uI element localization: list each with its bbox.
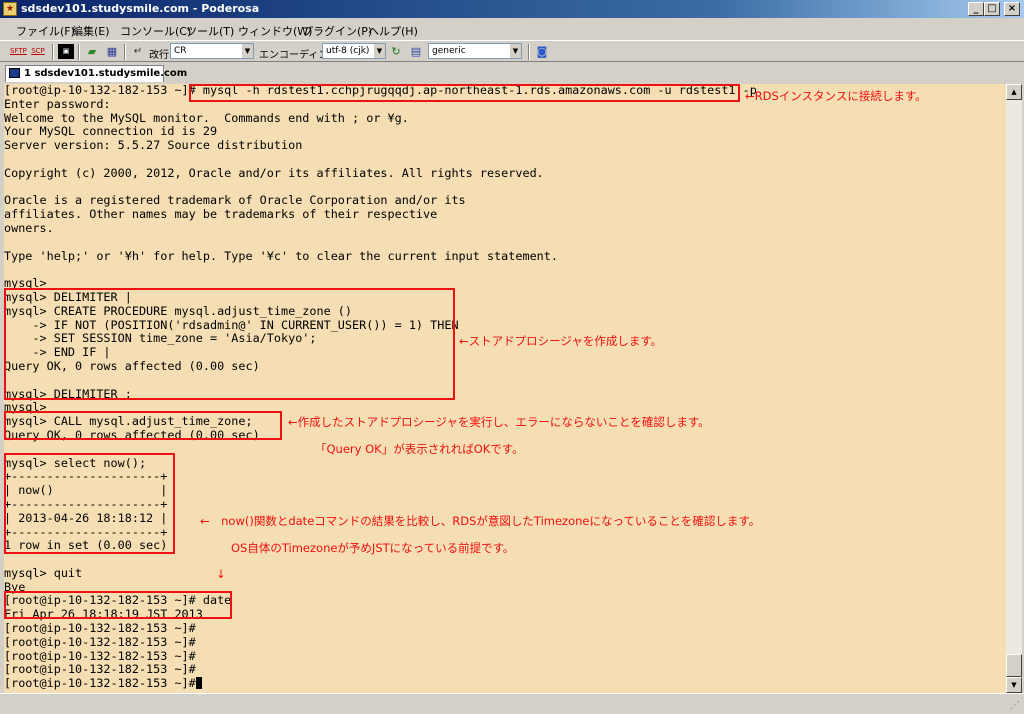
terminal-window-icon[interactable]: ▤ (408, 44, 424, 59)
terminal-line: Copyright (c) 2000, 2012, Oracle and/or … (4, 165, 544, 180)
terminal-type-select[interactable]: generic ▼ (428, 43, 522, 59)
now-result-highlight (4, 453, 175, 554)
terminal-line: [root@ip-10-132-182-153 ~]# (4, 676, 757, 691)
toolbar: SFTP SCP ▣ ▰ ▦ ↵ 改行 CR ▼ エンコーディング utf-8 … (0, 40, 1024, 62)
chevron-down-icon: ▼ (374, 44, 385, 58)
title-bar: ★ sdsdev101.studysmile.com - Poderosa _ … (0, 0, 1024, 18)
open-folder-icon[interactable]: ▰ (84, 44, 100, 59)
newline-value: CR (174, 46, 187, 56)
terminal-line: Your MySQL connection id is 29 (4, 124, 218, 139)
terminal-line: [root@ip-10-132-182-153 ~]# (4, 621, 196, 636)
connect-note: ←RDSインスタンスに接続します。 (745, 89, 927, 103)
terminal-line: [root@ip-10-132-182-153 ~]# (4, 662, 196, 677)
scroll-down-button[interactable]: ▼ (1006, 677, 1022, 693)
toolbar-separator (78, 44, 80, 60)
compare-note: ← now()関数とdateコマンドの結果を比較し、RDSが意図したTimezo… (200, 514, 761, 528)
scroll-thumb[interactable] (1006, 654, 1022, 677)
menu-edit[interactable]: 編集(E) (72, 23, 110, 39)
minimize-button[interactable]: _ (968, 2, 984, 16)
status-bar: ⋰ (0, 693, 1024, 714)
terminal-line: mysql> quit (4, 565, 83, 580)
maximize-button[interactable]: □ (984, 2, 1000, 16)
menu-file[interactable]: ファイル(F) (16, 23, 75, 39)
sftp-button[interactable]: SFTP (10, 44, 27, 59)
terminal-cursor (195, 677, 202, 690)
scroll-up-button[interactable]: ▲ (1006, 84, 1022, 100)
app-icon: ★ (3, 2, 17, 16)
encoding-value: utf-8 (cjk) (326, 46, 370, 56)
menu-bar: ファイル(F) 編集(E) コンソール(C) ツール(T) ウィンドウ(W) プ… (0, 19, 1024, 39)
refresh-icon[interactable]: ↻ (388, 44, 404, 59)
connect-command-highlight (189, 84, 740, 102)
query-ok-note: 「Query OK」が表示されればOKです。 (315, 442, 524, 456)
toolbar-separator (124, 44, 126, 60)
down-arrow-note: ↓ (216, 567, 226, 581)
menu-tools[interactable]: ツール(T) (186, 23, 234, 39)
toolbar-separator (528, 44, 530, 60)
newline-label: 改行 (149, 50, 169, 61)
newline-select[interactable]: CR ▼ (170, 43, 254, 59)
terminal-type-value: generic (432, 46, 466, 56)
terminal-pane[interactable]: [root@ip-10-132-182-153 ~]# mysql -h rds… (4, 84, 1006, 693)
chevron-down-icon: ▼ (510, 44, 521, 58)
create-procedure-highlight (4, 288, 455, 400)
close-button[interactable]: × (1004, 2, 1020, 16)
encoding-select[interactable]: utf-8 (cjk) ▼ (322, 43, 386, 59)
call-procedure-highlight (4, 411, 282, 440)
scp-button[interactable]: SCP (30, 44, 46, 59)
terminal-line: Welcome to the MySQL monitor. Commands e… (4, 110, 409, 125)
tab-label: 1 sdsdev101.studysmile.com (24, 68, 188, 79)
call-note: ←作成したストアドプロシージャを実行し、エラーにならないことを確認します。 (288, 415, 710, 429)
menu-help[interactable]: ヘルプ(H) (368, 23, 418, 39)
terminal-line: [root@ip-10-132-182-153 ~]# (4, 648, 196, 663)
toolbar-separator (52, 44, 54, 60)
console-icon[interactable]: ▣ (58, 44, 74, 59)
tab-strip: 1 sdsdev101.studysmile.com (0, 62, 1024, 84)
newline-icon: ↵ (133, 46, 143, 57)
menu-console[interactable]: コンソール(C) (120, 23, 191, 39)
date-command-highlight (4, 591, 232, 619)
resize-grip-icon[interactable]: ⋰ (1010, 700, 1020, 711)
network-icon[interactable]: ◙ (534, 44, 550, 59)
terminal-line: Type 'help;' or '¥h' for help. Type '¥c'… (4, 248, 558, 263)
chevron-down-icon: ▼ (242, 44, 253, 58)
terminal-tab-icon (9, 68, 20, 78)
os-timezone-note: OS自体のTimezoneが予めJSTになっている前提です。 (231, 541, 515, 555)
window-title: sdsdev101.studysmile.com - Poderosa (21, 2, 260, 15)
vertical-scrollbar[interactable]: ▲ ▼ (1006, 84, 1022, 693)
terminal-line: Oracle is a registered trademark of Orac… (4, 193, 466, 208)
procedure-note: ←ストアドプロシージャを作成します。 (459, 334, 663, 348)
terminal-line: Server version: 5.5.27 Source distributi… (4, 138, 303, 153)
tab-session[interactable]: 1 sdsdev101.studysmile.com (5, 65, 187, 82)
save-icon[interactable]: ▦ (104, 44, 120, 59)
terminal-line: affiliates. Other names may be trademark… (4, 207, 438, 222)
terminal-line: [root@ip-10-132-182-153 ~]# (4, 634, 196, 649)
terminal-line: owners. (4, 220, 54, 235)
menu-plugin[interactable]: プラグイン(P) (302, 23, 372, 39)
